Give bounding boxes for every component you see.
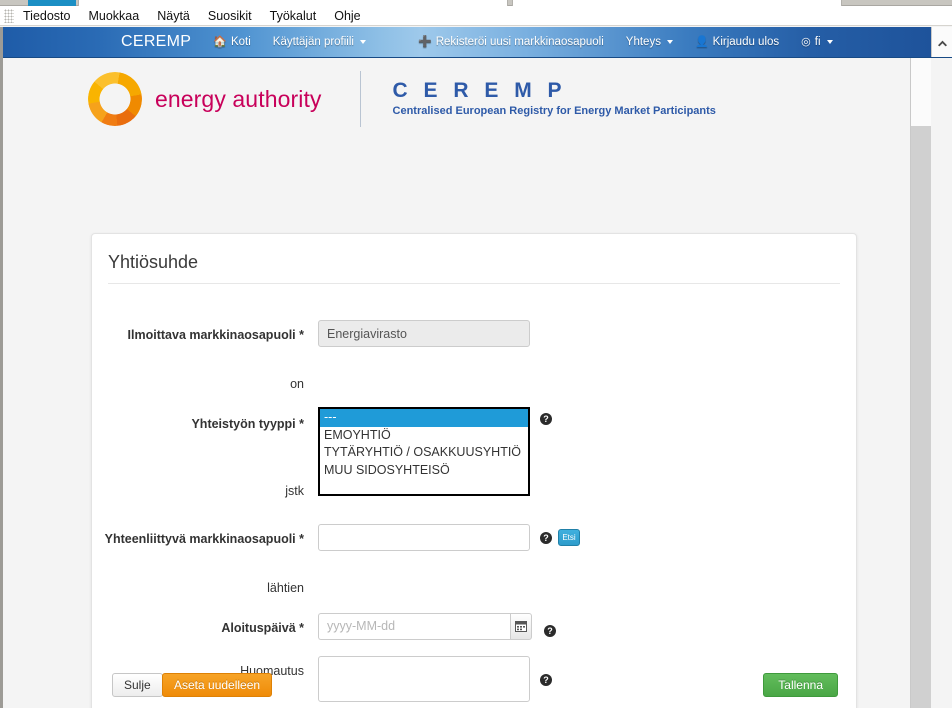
nav-item-logout[interactable]: 👤 Kirjaudu ulos bbox=[695, 36, 779, 48]
chevron-down-icon bbox=[826, 40, 833, 44]
company-relation-card: Yhtiösuhde Ilmoittava markkinaosapuoli *… bbox=[91, 233, 857, 708]
header-divider bbox=[359, 71, 361, 127]
calendar-picker-button[interactable] bbox=[510, 612, 532, 640]
start-date-input[interactable] bbox=[318, 612, 510, 640]
save-button[interactable]: Tallenna bbox=[763, 673, 838, 697]
user-icon: 👤 bbox=[694, 35, 709, 48]
ceremp-subtitle: Centralised European Registry for Energy… bbox=[392, 105, 716, 118]
energy-authority-mark-icon bbox=[85, 69, 145, 129]
plus-icon: ➕ bbox=[417, 35, 432, 48]
energy-authority-logo[interactable]: energy authority bbox=[85, 69, 322, 129]
page-content: energy authority C E R E M P Centralised… bbox=[3, 58, 931, 708]
cooperation-type-option-2[interactable]: TYTÄRYHTIÖ / OSAKKUUSYHTIÖ bbox=[320, 444, 528, 462]
nav-item-register-new-participant[interactable]: ➕ Rekisteröi uusi markkinaosapuoli bbox=[418, 36, 604, 48]
chevron-down-icon bbox=[359, 40, 366, 44]
menu-item-tools[interactable]: Työkalut bbox=[263, 7, 324, 25]
cooperation-type-select[interactable]: --- EMOYHTIÖ TYTÄRYHTIÖ / OSAKKUUSYHTIÖ … bbox=[318, 407, 530, 496]
page-title: Yhtiösuhde bbox=[108, 252, 199, 272]
help-icon-cooperation-type[interactable]: ? bbox=[540, 413, 552, 426]
related-party-input[interactable] bbox=[318, 523, 530, 551]
globe-icon: ◎ bbox=[801, 35, 811, 48]
menu-grip-handle[interactable] bbox=[4, 8, 14, 23]
label-jstk: jstk bbox=[285, 483, 304, 498]
field-row-reporting-party: Ilmoittava markkinaosapuoli * bbox=[92, 320, 856, 347]
field-row-start-date: Aloituspäivä * yyyy-MM-dd ? bbox=[92, 612, 856, 640]
label-on: on bbox=[290, 377, 304, 391]
reset-button[interactable]: Aseta uudelleen bbox=[162, 673, 273, 697]
chevron-down-icon bbox=[666, 40, 673, 44]
nav-item-contact-label: Yhteys bbox=[625, 36, 661, 48]
help-icon-related-party[interactable]: ? bbox=[540, 531, 552, 544]
ceremp-title: C E R E M P bbox=[392, 79, 567, 103]
label-from: lähtien bbox=[267, 580, 304, 595]
nav-item-user-profile[interactable]: Käyttäjän profiili bbox=[273, 36, 366, 48]
nav-item-language-label: fi bbox=[814, 36, 821, 48]
page-scrollbar[interactable] bbox=[910, 58, 931, 708]
nav-item-logout-label: Kirjaudu ulos bbox=[712, 36, 780, 48]
cooperation-type-option-0[interactable]: --- bbox=[320, 409, 528, 427]
menu-item-file[interactable]: Tiedosto bbox=[16, 7, 77, 25]
cooperation-type-option-filler bbox=[320, 480, 528, 494]
site-header: energy authority C E R E M P Centralised… bbox=[3, 58, 931, 140]
calendar-icon bbox=[515, 621, 527, 633]
browser-viewport: CEREMP 🏠 Koti Käyttäjän profiili ➕ Rekis… bbox=[0, 27, 952, 708]
title-divider bbox=[108, 283, 840, 284]
field-row-on: on bbox=[92, 369, 856, 393]
ceremp-logo: C E R E M P Centralised European Registr… bbox=[393, 80, 716, 118]
close-button[interactable]: Sulje bbox=[112, 673, 163, 697]
label-related-party: Yhteenliittyvä markkinaosapuoli * bbox=[104, 531, 304, 546]
label-reporting-party: Ilmoittava markkinaosapuoli * bbox=[127, 328, 304, 342]
menu-item-help[interactable]: Ohje bbox=[327, 7, 367, 25]
nav-item-contact[interactable]: Yhteys bbox=[626, 36, 673, 48]
help-icon-start-date[interactable]: ? bbox=[544, 624, 556, 637]
nav-item-user-profile-label: Käyttäjän profiili bbox=[272, 36, 354, 48]
home-icon: 🏠 bbox=[213, 35, 227, 48]
label-start-date: Aloituspäivä * bbox=[221, 620, 304, 635]
nav-item-register-new-participant-label: Rekisteröi uusi markkinaosapuoli bbox=[435, 36, 604, 48]
browser-menu-bar: Tiedosto Muokkaa Näytä Suosikit Työkalut… bbox=[0, 6, 952, 26]
energy-authority-wordmark: energy authority bbox=[155, 85, 322, 112]
nav-item-home[interactable]: 🏠 Koti bbox=[213, 36, 251, 48]
cooperation-type-option-1[interactable]: EMOYHTIÖ bbox=[320, 427, 528, 445]
scrollbar-up-arrow[interactable] bbox=[931, 27, 952, 57]
label-cooperation-type: Yhteistyön tyyppi * bbox=[191, 417, 304, 432]
menu-item-view[interactable]: Näytä bbox=[150, 7, 197, 25]
field-row-from: lähtien bbox=[92, 573, 856, 597]
menu-item-favorites[interactable]: Suosikit bbox=[201, 7, 259, 25]
reporting-party-input[interactable] bbox=[318, 320, 530, 347]
field-row-related-party: Yhteenliittyvä markkinaosapuoli * ? Etsi bbox=[92, 523, 856, 551]
top-navigation-bar: CEREMP 🏠 Koti Käyttäjän profiili ➕ Rekis… bbox=[3, 27, 952, 58]
chevron-up-icon bbox=[937, 40, 947, 46]
nav-item-home-label: Koti bbox=[230, 36, 251, 48]
nav-item-language[interactable]: ◎ fi bbox=[801, 35, 833, 48]
cooperation-type-option-3[interactable]: MUU SIDOSYHTEISÖ bbox=[320, 462, 528, 480]
start-date-group bbox=[318, 612, 532, 640]
card-footer: Sulje Aseta uudelleen Tallenna bbox=[92, 673, 856, 697]
site-brand[interactable]: CEREMP bbox=[121, 33, 191, 51]
search-party-button[interactable]: Etsi bbox=[558, 528, 580, 546]
menu-item-edit[interactable]: Muokkaa bbox=[81, 7, 146, 25]
